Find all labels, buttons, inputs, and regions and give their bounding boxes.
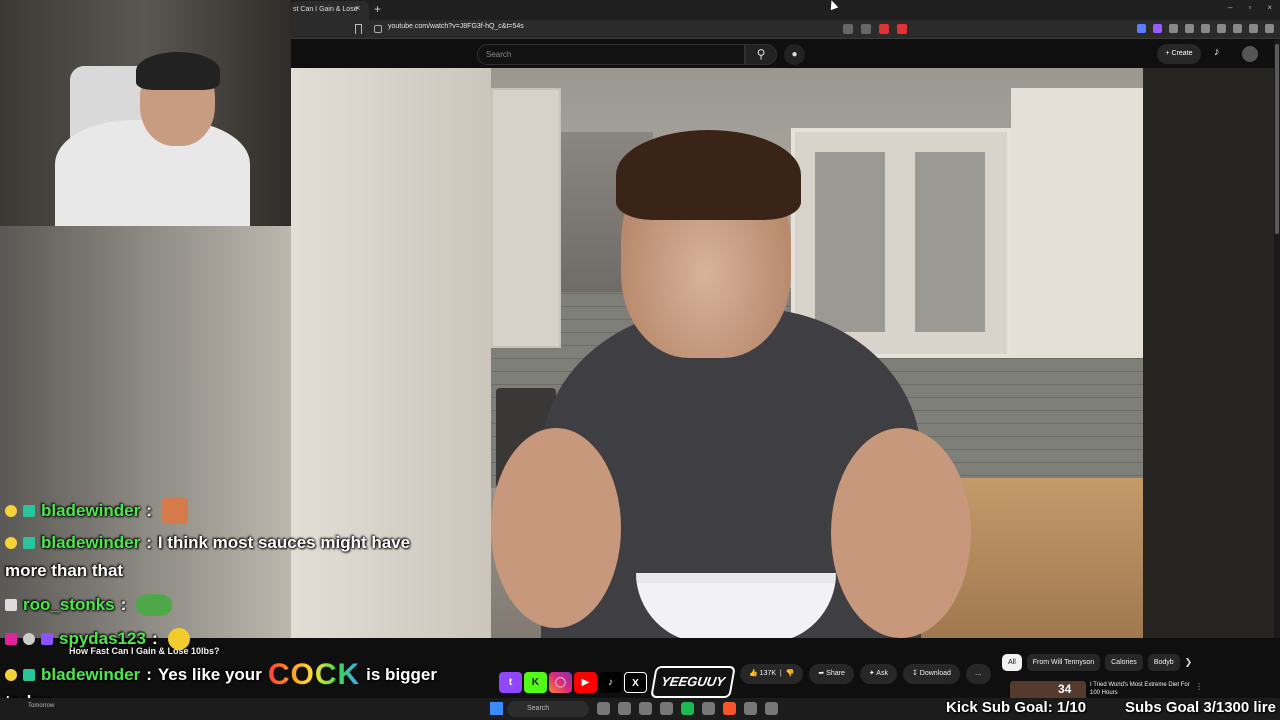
- windows-taskbar: Tomorrow Search: [0, 698, 1280, 720]
- chip-calories[interactable]: Calories: [1105, 654, 1143, 671]
- url-field[interactable]: youtube.com/watch?v=J8FG3f-hQ_c&t=54s: [388, 23, 524, 30]
- brave-icon[interactable]: [723, 702, 736, 715]
- webcam-feed: [0, 0, 291, 226]
- download-button[interactable]: ↧ Download: [902, 664, 960, 684]
- more-actions-button[interactable]: …: [965, 664, 991, 684]
- chat-message: bladewinder : Yes like your COCK is bigg…: [5, 658, 437, 692]
- recommendation-chips: All From Will Tennyson Calories Bodyb ❯: [1002, 654, 1192, 671]
- extension-icon[interactable]: [1153, 24, 1162, 33]
- toolbar-icons: [1137, 24, 1274, 33]
- like-button[interactable]: 👍 137K | 👎: [740, 664, 804, 684]
- bookmark-icon[interactable]: [355, 24, 362, 34]
- chat-username: bladewinder: [41, 665, 141, 684]
- wallet-icon[interactable]: [1233, 24, 1242, 33]
- ask-label: Ask: [876, 670, 888, 677]
- twitch-icon: t: [499, 671, 522, 693]
- right-panel: [1143, 68, 1280, 638]
- app-icon[interactable]: [765, 702, 778, 715]
- extension-icon[interactable]: [1185, 24, 1194, 33]
- spotify-icon[interactable]: [681, 702, 694, 715]
- close-window-button[interactable]: ×: [1267, 3, 1272, 12]
- app-icon[interactable]: [618, 702, 631, 715]
- tab-close-icon[interactable]: ×: [355, 3, 360, 13]
- video-actions: 👍 137K | 👎 ➦ Share ✦ Ask ↧ Download …: [740, 664, 991, 684]
- chat-text: is bigger: [366, 665, 438, 684]
- gift-badge-icon: [23, 669, 35, 681]
- minimize-button[interactable]: –: [1228, 3, 1232, 12]
- notifications-icon[interactable]: ♪: [1214, 46, 1220, 58]
- microphone-icon[interactable]: ●: [784, 44, 805, 65]
- folder-icon[interactable]: [639, 702, 652, 715]
- chrome-icon[interactable]: [744, 702, 757, 715]
- extension-icon[interactable]: [861, 24, 871, 34]
- media-icon[interactable]: [1201, 24, 1210, 33]
- download-label: Download: [919, 670, 951, 677]
- instagram-icon: ◯: [549, 671, 572, 693]
- extension-icon[interactable]: [843, 24, 853, 34]
- chip-all[interactable]: All: [1002, 654, 1022, 671]
- share-button[interactable]: ➦ Share: [809, 664, 854, 684]
- video-scene: [291, 68, 491, 638]
- extension-icon[interactable]: [1137, 24, 1146, 33]
- brave-rewards-icon[interactable]: [897, 24, 907, 34]
- left-video-area: [0, 226, 291, 638]
- sidebar-icon[interactable]: [1217, 24, 1226, 33]
- app-icon[interactable]: [660, 702, 673, 715]
- kick-sub-goal: Kick Sub Goal: 1/10: [946, 699, 1087, 716]
- recommended-video-title[interactable]: I Tried World's Most Extreme Diet For 10…: [1090, 681, 1190, 697]
- scrollbar-thumb[interactable]: [1275, 44, 1279, 234]
- app-icon[interactable]: [702, 702, 715, 715]
- new-tab-button[interactable]: +: [374, 2, 381, 16]
- subs-goal: Subs Goal 3/1300 lire: [1125, 699, 1276, 716]
- taskbar-search[interactable]: Search: [507, 701, 589, 717]
- social-links-bar: t K ◯ ▶ ♪ X YEEGUUY: [499, 666, 736, 698]
- tiktok-icon: ♪: [599, 671, 622, 693]
- video-title: How Fast Can I Gain & Lose 10lbs?: [69, 646, 220, 656]
- share-label: Share: [826, 670, 845, 677]
- windows-start-icon[interactable]: [490, 702, 503, 715]
- extension-icon[interactable]: [1169, 24, 1178, 33]
- create-button[interactable]: + Create: [1157, 44, 1201, 64]
- vpn-icon[interactable]: [1249, 24, 1258, 33]
- search-icon[interactable]: ⚲: [745, 44, 777, 65]
- search-input[interactable]: Search: [477, 44, 745, 65]
- create-label: Create: [1171, 50, 1193, 57]
- youtube-icon: ▶: [574, 671, 597, 693]
- extension-icons: [843, 24, 907, 34]
- more-options-icon[interactable]: ⋮: [1195, 682, 1203, 691]
- taskbar-apps: [597, 702, 778, 715]
- video-player[interactable]: [291, 68, 1143, 638]
- site-info-icon[interactable]: [374, 25, 382, 33]
- ask-button[interactable]: ✦ Ask: [859, 664, 897, 684]
- youtube-header: Search ⚲ ● + Create ♪: [291, 40, 1280, 68]
- chip-from-channel[interactable]: From Will Tennyson: [1026, 654, 1101, 671]
- streamer-logo: YEEGUUY: [650, 666, 736, 698]
- weather-widget[interactable]: Tomorrow: [28, 703, 54, 709]
- window-controls: – ▫ ×: [1228, 3, 1272, 12]
- screen: st Can I Gain & Lose × + – ▫ × youtube.c…: [0, 0, 1280, 720]
- chip-bodybuilding[interactable]: Bodyb: [1147, 654, 1180, 671]
- menu-icon[interactable]: [1265, 24, 1274, 33]
- brave-shield-icon[interactable]: [879, 24, 889, 34]
- tab-title: st Can I Gain & Lose: [293, 6, 358, 13]
- avatar[interactable]: [1242, 46, 1258, 62]
- x-icon: X: [624, 671, 647, 693]
- chevron-right-icon[interactable]: ❯: [1185, 657, 1193, 668]
- lightbulb-badge-icon: [5, 669, 17, 681]
- like-count: 137K: [759, 670, 777, 677]
- rainbow-emote-word: COCK: [267, 658, 361, 691]
- restore-button[interactable]: ▫: [1248, 3, 1251, 12]
- app-icon[interactable]: [597, 702, 610, 715]
- kick-icon: K: [524, 671, 547, 693]
- address-bar: youtube.com/watch?v=J8FG3f-hQ_c&t=54s: [291, 20, 1280, 39]
- recommended-thumbnail-badge: 34: [1058, 682, 1072, 696]
- chat-text: Yes like your: [157, 665, 262, 684]
